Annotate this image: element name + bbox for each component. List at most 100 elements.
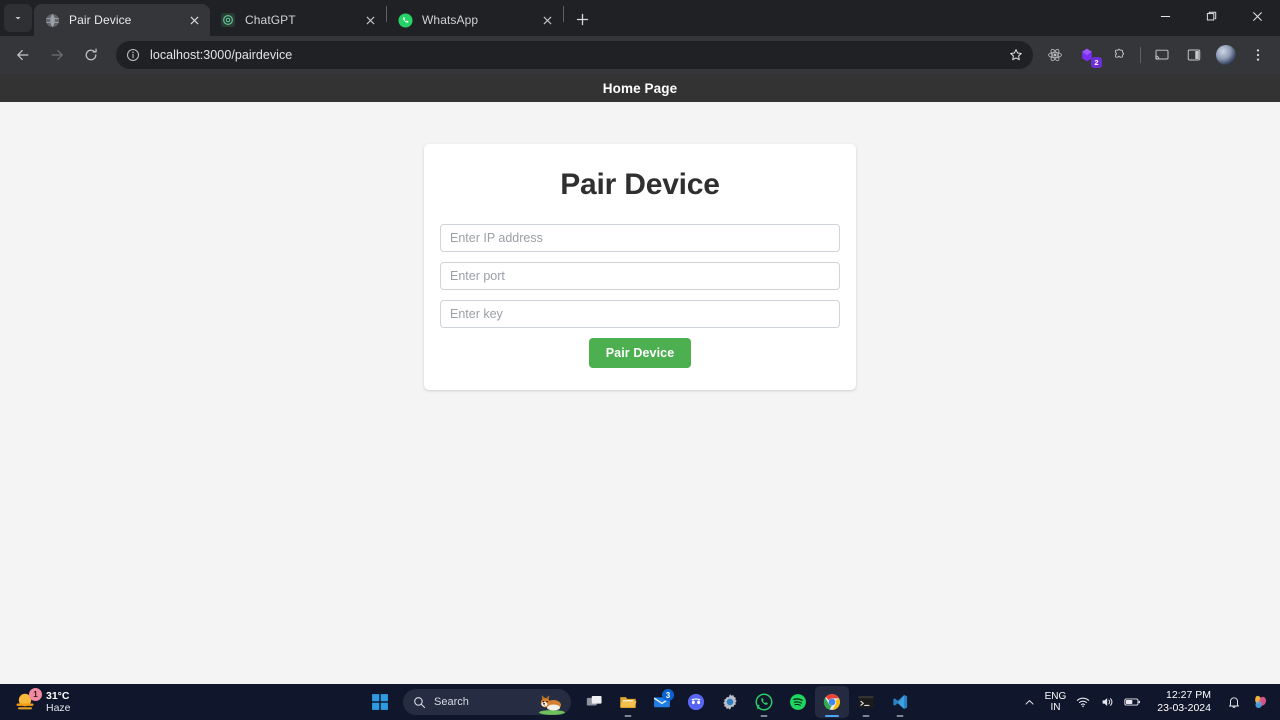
terminal-button[interactable] [849,686,883,718]
weather-widget[interactable]: 1 31°C Haze [0,688,200,715]
profile-avatar[interactable] [1212,41,1240,69]
tab-title: WhatsApp [422,13,479,27]
file-explorer-icon [620,697,637,708]
taskbar-search[interactable]: Search [403,689,571,715]
bookmark-star-icon[interactable] [1003,42,1029,68]
chevron-up-icon [1025,699,1034,705]
running-indicator [825,714,839,717]
extension-badge-count: 2 [1091,57,1102,68]
tab-title: ChatGPT [245,13,296,27]
address-bar[interactable]: localhost:3000/pairdevice [116,41,1033,69]
ip-address-input[interactable] [440,224,840,252]
battery-button[interactable] [1119,686,1146,718]
vscode-button[interactable] [883,686,917,718]
volume-icon [1102,698,1113,706]
spotify-button[interactable] [781,686,815,718]
taskbar-center: Search 3 [363,686,917,718]
running-indicator [760,714,768,717]
system-tray: ENG IN 12:27 PM 23-03-2024 [1019,686,1280,718]
window-controls [1142,0,1280,36]
tab-close-button[interactable] [362,12,378,28]
tab-whatsapp[interactable]: WhatsApp [387,4,563,36]
extension-purple-icon[interactable]: 2 [1073,41,1102,69]
maximize-button[interactable] [1188,0,1234,32]
clock-date: 23-03-2024 [1157,702,1211,714]
plus-icon [576,13,588,25]
task-view-icon [586,695,602,705]
chrome-icon [823,694,840,710]
battery-icon [1124,698,1141,706]
corgi-dog-image [537,693,567,715]
copilot-icon [1255,695,1267,709]
windows-taskbar: 1 31°C Haze Search 3 ENG IN 12:27 PM 23-… [0,684,1280,720]
reload-icon [85,48,97,61]
language-bottom: IN [1050,702,1061,713]
tab-separator [563,6,564,22]
reload-button[interactable] [76,40,106,70]
new-tab-button[interactable] [568,5,596,33]
forward-arrow-icon [51,50,63,60]
card-title: Pair Device [560,168,720,201]
chrome-button[interactable] [815,686,849,718]
whatsapp-button[interactable] [747,686,781,718]
extensions-puzzle-icon[interactable] [1105,41,1133,69]
browser-toolbar: localhost:3000/pairdevice 2 [0,36,1280,74]
tab-search-button[interactable] [4,4,32,32]
avatar [1216,45,1236,65]
tab-chatgpt[interactable]: ChatGPT [210,4,386,36]
page-header-bar: Home Page [0,74,1280,102]
page-title: Home Page [602,80,678,96]
task-view-button[interactable] [577,686,611,718]
forward-button [42,40,72,70]
close-button[interactable] [1234,0,1280,32]
minimize-button[interactable] [1142,0,1188,32]
chrome-menu-icon[interactable] [1244,41,1272,69]
pair-device-card: Pair Device Pair Device [424,144,856,390]
info-circle-icon[interactable] [124,46,142,64]
running-indicator [862,714,870,717]
mail-button[interactable]: 3 [645,686,679,718]
settings-button[interactable] [713,686,747,718]
port-input[interactable] [440,262,840,290]
submit-row: Pair Device [440,338,840,368]
notifications-button[interactable] [1222,686,1246,718]
pair-device-button[interactable]: Pair Device [588,338,692,368]
language-indicator[interactable]: ENG IN [1040,686,1072,718]
browser-window: Pair Device ChatGPT WhatsApp localhost:3… [0,0,1280,684]
volume-button[interactable] [1095,686,1119,718]
running-indicator [896,714,904,717]
sun-haze-icon: 1 [12,688,42,715]
url-text: localhost:3000/pairdevice [150,48,293,62]
weather-text: 31°C Haze [46,690,71,714]
vscode-icon [893,694,908,710]
weather-notification-badge: 1 [29,688,42,701]
start-button[interactable] [363,686,397,718]
weather-condition: Haze [46,702,71,714]
back-button[interactable] [8,40,38,70]
language-text: ENG IN [1045,691,1067,713]
globe-icon [44,12,60,28]
whatsapp-icon [755,693,773,711]
tab-close-button[interactable] [186,12,202,28]
tab-title: Pair Device [69,13,132,27]
show-hidden-icons-button[interactable] [1019,686,1040,718]
search-placeholder: Search [434,696,469,708]
discord-button[interactable] [679,686,713,718]
copilot-button[interactable] [1246,686,1274,718]
language-top: ENG [1044,690,1067,702]
chevron-down-icon [15,17,21,20]
side-panel-icon[interactable] [1180,41,1208,69]
cast-icon[interactable] [1148,41,1176,69]
tab-close-button[interactable] [539,12,555,28]
clock-button[interactable]: 12:27 PM 23-03-2024 [1146,686,1222,718]
file-explorer-button[interactable] [611,686,645,718]
key-input[interactable] [440,300,840,328]
tab-pair-device[interactable]: Pair Device [34,4,210,36]
react-devtools-icon[interactable] [1041,41,1069,69]
wifi-icon [1077,697,1090,708]
tabs-container: Pair Device ChatGPT WhatsApp [34,0,596,36]
settings-gear-icon [723,694,737,710]
weather-temperature: 31°C [46,689,70,702]
windows-start-icon [372,694,388,710]
wifi-button[interactable] [1071,686,1095,718]
